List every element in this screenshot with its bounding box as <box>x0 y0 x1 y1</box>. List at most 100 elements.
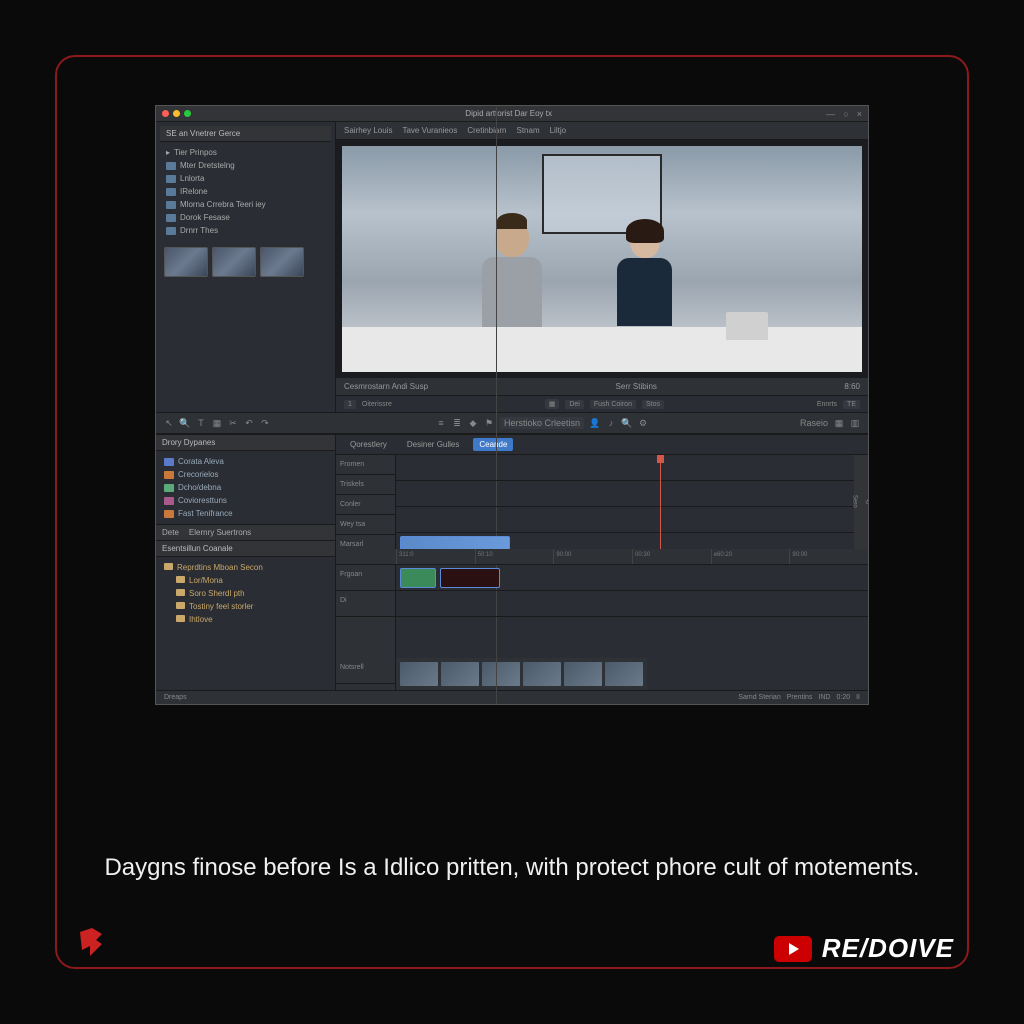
clip-icon <box>166 227 176 235</box>
track-row[interactable] <box>396 533 868 549</box>
folder-item[interactable]: Lor/Mona <box>160 574 331 587</box>
align-center-icon[interactable]: ≣ <box>452 418 462 428</box>
strip-thumbnail[interactable] <box>441 662 479 686</box>
audio-clip[interactable] <box>400 568 436 588</box>
track-label[interactable]: Di <box>336 591 395 617</box>
strip-thumbnail[interactable] <box>400 662 438 686</box>
asset-item[interactable]: Crecorielos <box>160 468 331 481</box>
timeline-tab[interactable]: Desiner Gulles <box>401 438 465 451</box>
timeline-tab[interactable]: Qorestlery <box>344 438 393 451</box>
strip-thumbnail[interactable] <box>605 662 643 686</box>
strip-thumbnail[interactable] <box>523 662 561 686</box>
preview-viewport[interactable] <box>336 140 868 378</box>
maximize-window-button[interactable] <box>184 110 191 117</box>
status-item: 0:20 <box>836 694 850 701</box>
clip-icon <box>166 162 176 170</box>
marker-icon[interactable]: ◆ <box>468 418 478 428</box>
track-label[interactable]: Notsrell <box>336 658 395 684</box>
timeline-sidebar: Sero ⟲ <box>854 455 868 549</box>
clip-name-label: Cesmrostarn Andi Susp <box>344 382 428 391</box>
track-label[interactable]: Triskels <box>336 475 395 495</box>
tree-item[interactable]: Mlorna Crrebra Teeri iey <box>162 198 329 211</box>
lower-tracks-area[interactable] <box>396 565 868 659</box>
asset-item[interactable]: Corata Aleva <box>160 455 331 468</box>
asset-item[interactable]: Dcho/debna <box>160 481 331 494</box>
person-icon[interactable]: 👤 <box>590 418 600 428</box>
redo-icon[interactable]: ↷ <box>260 418 270 428</box>
asset-label: Crecorielos <box>178 470 218 479</box>
flag-icon[interactable]: ⚑ <box>484 418 494 428</box>
panel-tab[interactable]: Dete <box>162 528 179 537</box>
undo-icon[interactable]: ↶ <box>244 418 254 428</box>
text-tool-icon[interactable]: T <box>196 418 206 428</box>
media-thumbnail[interactable] <box>164 247 208 277</box>
minimize-window-button[interactable] <box>173 110 180 117</box>
asset-item[interactable]: Covioresttuns <box>160 494 331 507</box>
asset-label: Covioresttuns <box>178 496 227 505</box>
tree-section[interactable]: ▸ Tier Prinpos <box>162 146 329 159</box>
minimize-icon[interactable]: — <box>826 109 835 119</box>
track-row[interactable] <box>396 481 868 507</box>
grid-tool-icon[interactable]: ▦ <box>212 418 222 428</box>
control-button[interactable]: Fush Coiron <box>590 400 636 409</box>
music-icon[interactable]: ♪ <box>606 418 616 428</box>
time-ruler[interactable]: 311:0 50:10 90:00 00:30 e60:20 90:00 <box>336 549 868 565</box>
clip[interactable] <box>440 568 500 588</box>
align-left-icon[interactable]: ≡ <box>436 418 446 428</box>
track-row[interactable] <box>396 565 868 591</box>
loop-icon[interactable]: ⟲ <box>864 499 869 504</box>
track-row[interactable] <box>396 591 868 617</box>
tab[interactable]: Tave Vuranieos <box>402 126 457 135</box>
strip-thumbnail[interactable] <box>482 662 520 686</box>
asset-list: Corata Aleva Crecorielos Dcho/debna Covi… <box>156 451 335 524</box>
lower-area: Drory Dypanes Corata Aleva Crecorielos D… <box>156 434 868 690</box>
layout-icon[interactable]: ▦ <box>834 418 844 428</box>
grid-icon[interactable]: ▦ <box>545 399 560 409</box>
track-label[interactable]: Conler <box>336 495 395 515</box>
timeline-tab-active[interactable]: Ceande <box>473 438 513 451</box>
window-title: Dipid arttorist Dar Eoy tx <box>191 109 826 118</box>
tab[interactable]: Sairhey Louis <box>344 126 392 135</box>
tree-item[interactable]: Drnrr Thes <box>162 224 329 237</box>
tree-item[interactable]: IRelone <box>162 185 329 198</box>
layout-icon[interactable]: ▥ <box>850 418 860 428</box>
toolbar-label[interactable]: Herstioko Crleetisn <box>500 417 584 429</box>
panel-tab[interactable]: Elernry Suertrons <box>189 528 251 537</box>
search-icon[interactable]: ○ <box>843 109 848 119</box>
close-window-button[interactable] <box>162 110 169 117</box>
tree-item[interactable]: Lnlorta <box>162 172 329 185</box>
tab[interactable]: Cretinbiarn <box>467 126 506 135</box>
tree-item[interactable]: Dorok Fesase <box>162 211 329 224</box>
strip-thumbnail[interactable] <box>564 662 602 686</box>
control-button[interactable]: Dei <box>565 400 584 409</box>
folder-item[interactable]: Tostiny feel storler <box>160 600 331 613</box>
track-label[interactable]: Wey tsa <box>336 515 395 535</box>
control-button[interactable]: Stos <box>642 400 664 409</box>
track-label[interactable]: Frgoan <box>336 565 395 591</box>
search-tool-icon[interactable]: 🔍 <box>180 418 190 428</box>
pointer-tool-icon[interactable]: ↖ <box>164 418 174 428</box>
folder-item[interactable]: Reprdtins Mboan Secon <box>160 561 331 574</box>
settings-icon[interactable]: ⚙ <box>638 418 648 428</box>
folder-item[interactable]: Soro Sherdl pth <box>160 587 331 600</box>
track-row[interactable] <box>396 455 868 481</box>
track-label[interactable]: Marsarl <box>336 535 395 549</box>
close-icon[interactable]: × <box>857 109 862 119</box>
frame-button[interactable]: 1 <box>344 400 356 409</box>
tab[interactable]: Stnam <box>516 126 539 135</box>
track-row[interactable] <box>396 507 868 533</box>
zoom-icon[interactable]: 🔍 <box>622 418 632 428</box>
folder-label: Ihtlove <box>189 615 213 624</box>
folder-item[interactable]: Ihtlove <box>160 613 331 626</box>
cut-tool-icon[interactable]: ✂ <box>228 418 238 428</box>
media-thumbnail[interactable] <box>260 247 304 277</box>
video-clip[interactable] <box>400 536 510 549</box>
tab[interactable]: Liltjo <box>550 126 566 135</box>
tree-item[interactable]: Mter Dretstelng <box>162 159 329 172</box>
media-thumbnail[interactable] <box>212 247 256 277</box>
tracks-area[interactable]: Gxols Sero ⟲ <box>396 455 868 549</box>
control-button[interactable]: TE <box>843 400 860 409</box>
asset-item[interactable]: Fast Tenifrance <box>160 507 331 520</box>
track-label[interactable]: Fromen <box>336 455 395 475</box>
playhead[interactable] <box>660 455 661 549</box>
